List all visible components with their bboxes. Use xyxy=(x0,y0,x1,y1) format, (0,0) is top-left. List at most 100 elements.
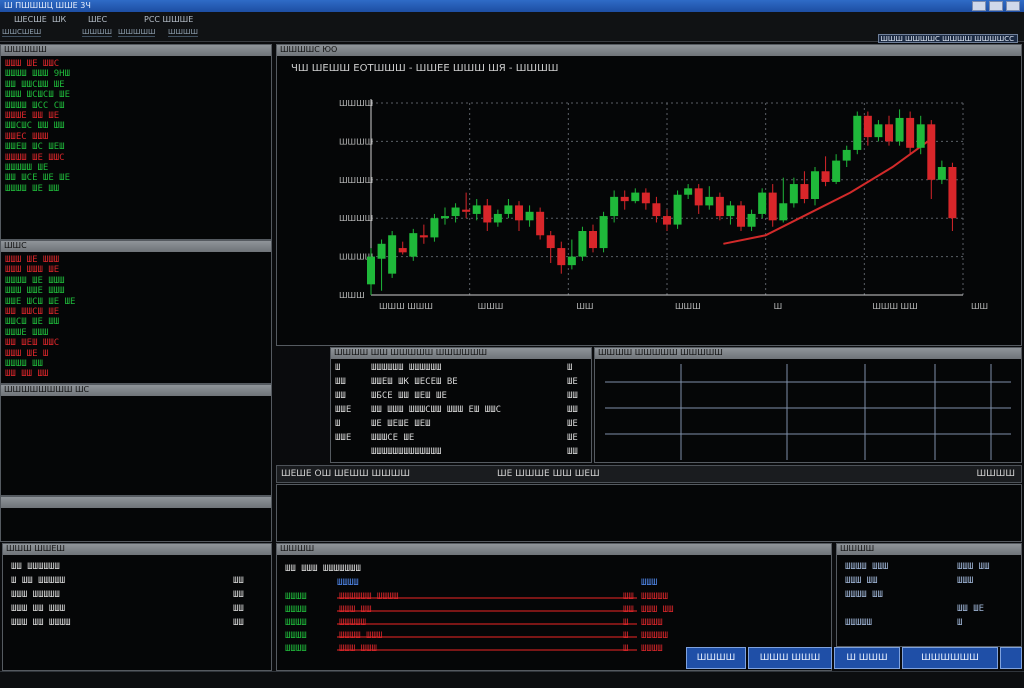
status-bar xyxy=(0,671,1024,688)
candle-body xyxy=(842,149,851,161)
candle-body xyxy=(874,124,883,138)
order-entry-label: ШШ ШШШШШШ xyxy=(11,562,60,572)
candle-body xyxy=(906,117,915,148)
candle-body xyxy=(493,213,502,223)
watchlist-row: ШШШ ШЕ ШШС xyxy=(5,59,60,69)
watchlist-row: ШШ ШШСШ ШЕ xyxy=(5,307,60,317)
trade-qty: Ш xyxy=(623,618,629,628)
trade-price: ШШШШ xyxy=(641,618,663,628)
menu-item-2[interactable]: ШК xyxy=(52,15,66,25)
panel-header: ШШШШШШШШ ШС xyxy=(1,385,271,396)
account-row-value: ШШШ xyxy=(957,576,974,586)
account-row-label: ШШШ ШШ xyxy=(845,576,878,586)
order-row-value: ШШ xyxy=(567,391,578,401)
toolbar-button-2[interactable]: ШШШШ xyxy=(82,28,112,37)
menu-item-3[interactable]: ШЕС xyxy=(88,15,107,25)
trade-bar xyxy=(337,610,637,612)
candle-body xyxy=(430,218,439,238)
candle-body xyxy=(367,256,375,285)
candle-body xyxy=(779,203,788,221)
watchlist-row: ШШШШ ШЕ ШШШ xyxy=(5,275,65,286)
taskbar-button-2[interactable]: ШШШ ШШШ xyxy=(748,647,832,669)
chart-title: ЧШ ШЕШШ ЕОТШШШ - ШШЕЕ ШШШ ШЯ - ШШШШ xyxy=(291,63,559,74)
candle-body xyxy=(663,216,671,225)
tab-orders[interactable]: ШЕ ШШШЕ ШШ ШЕШ xyxy=(497,469,600,479)
candle-body xyxy=(768,192,777,221)
order-row-desc: ШШШСЕ ШЕ xyxy=(371,433,415,443)
menu-bar: ШЕСШЕ ШК ШЕС РСС ШШШЕ ШШСШЕШ ШШШШ ШШШШШ … xyxy=(0,12,1024,42)
candle-body xyxy=(747,213,756,227)
candle-body xyxy=(937,167,946,180)
tab-positions[interactable]: ШЕШЕ ОШ ШЕШШ ШШШШ xyxy=(281,469,410,479)
toolbar-button-1[interactable]: ШШСШЕШ xyxy=(2,28,42,37)
taskbar-button-3[interactable]: Ш ШШШ xyxy=(834,647,900,669)
account-row-value: ШШШ ШШ xyxy=(957,562,990,572)
watchlist-row: ШШШШШ ШЕ xyxy=(5,163,49,173)
order-entry-header: ШШШ ШШЕШ xyxy=(3,544,271,555)
candle-body xyxy=(536,211,545,236)
order-entry-value: ШШ xyxy=(233,590,244,600)
window-title: Ш ПШШШЦ ШШЕ 3Ч xyxy=(4,1,91,10)
order-row-desc: ШШШШШШШШШШШШШ xyxy=(371,447,442,457)
candle-body xyxy=(832,160,841,182)
y-tick-label: ШШШШ xyxy=(339,214,373,223)
candle-body xyxy=(863,115,872,138)
taskbar-button-extra[interactable] xyxy=(1000,647,1022,669)
candlestick-chart[interactable]: ШШШШШШШШШШШШШШШШШШШШШШШШШШ ШШШ ШШШ ШШ ШШШ Ш Ш… xyxy=(277,45,1023,347)
candle-body xyxy=(504,205,513,214)
maximize-button[interactable] xyxy=(989,1,1003,11)
order-book-panel: ШШШШ ШШ ШШШШШ ШШШШШШ Ш ШШШШШШ ШШШШШШ Ш ШШ ШШ… xyxy=(330,347,592,463)
candle-body xyxy=(377,243,386,259)
trades-header: ШШШШ xyxy=(277,544,831,555)
order-book-header: ШШШШ ШШ ШШШШШ ШШШШШШ xyxy=(331,348,591,359)
candle-body xyxy=(821,171,830,182)
watchlist-row: ШШШШ ШШШ 9НШ xyxy=(5,69,71,80)
x-tick-label: ШШ xyxy=(971,302,988,311)
order-row-desc: ШШЕШ ШК ШЕСЕШ ВЕ xyxy=(371,377,458,387)
candle-body xyxy=(483,205,492,223)
candle-body xyxy=(948,167,957,219)
toolbar-button-3[interactable]: ШШШШШ xyxy=(118,28,156,37)
y-tick-label: ШШШШ xyxy=(339,137,373,146)
candle-body xyxy=(684,188,693,195)
candle-body xyxy=(641,192,650,204)
tab-more[interactable]: ШШШШ xyxy=(977,469,1016,479)
x-tick-label: ШШШ xyxy=(675,302,701,311)
watchlist-row: ШШ ШШ ШШ xyxy=(5,369,49,380)
taskbar-button-1[interactable]: ШШШШ xyxy=(686,647,746,669)
x-tick-label: Ш xyxy=(774,302,783,311)
trade-symbol: ШШШШ xyxy=(285,618,307,628)
candle-body xyxy=(789,184,798,204)
minimize-button[interactable] xyxy=(972,1,986,11)
candle-body xyxy=(419,235,428,238)
candle-body xyxy=(441,216,449,219)
order-entry-value: ШШ xyxy=(233,618,244,628)
trade-desc: ШШШ ШШ xyxy=(339,605,372,615)
trade-bar xyxy=(337,623,637,625)
account-row-label: ШШШШШ xyxy=(845,618,873,628)
order-entry-value: ШШ xyxy=(233,576,244,586)
menu-item-4[interactable]: РСС ШШШЕ xyxy=(144,15,193,25)
watchlist-row: ШШШ ШЕ Ш xyxy=(5,348,49,359)
depth-chart-panel: ШШШШ ШШШШШ ШШШШШ xyxy=(594,347,1022,463)
trade-qty: Ш xyxy=(623,644,629,654)
y-tick-label: ШШШ xyxy=(339,291,365,300)
candle-body xyxy=(715,196,724,217)
toolbar-button-4[interactable]: ШШШШ xyxy=(168,28,198,37)
candle-body xyxy=(885,124,893,142)
watchlist-row: ШШЕШ ШС ШЕШ xyxy=(5,142,65,153)
x-tick-label: ШШШ ШШ xyxy=(872,302,917,311)
trade-desc: ШШШШ ШШШ xyxy=(339,631,383,641)
close-button[interactable] xyxy=(1006,1,1020,11)
empty-panel xyxy=(0,496,272,542)
order-row-label: ШШЕ xyxy=(335,433,352,443)
candle-body xyxy=(652,203,661,217)
menu-item-1[interactable]: ШЕСШЕ xyxy=(14,15,47,25)
candle-body xyxy=(927,124,936,180)
candle-body xyxy=(916,124,925,148)
trade-desc: ШШШ ШШШ xyxy=(339,644,377,654)
order-entry-label: Ш ШШ ШШШШШ xyxy=(11,576,66,586)
taskbar-button-4[interactable]: ШШШШШШ xyxy=(902,647,998,669)
panel-header: ШШШШШ xyxy=(1,45,271,56)
watchlist-row: ШШШ ШСШСШ ШЕ xyxy=(5,90,71,101)
